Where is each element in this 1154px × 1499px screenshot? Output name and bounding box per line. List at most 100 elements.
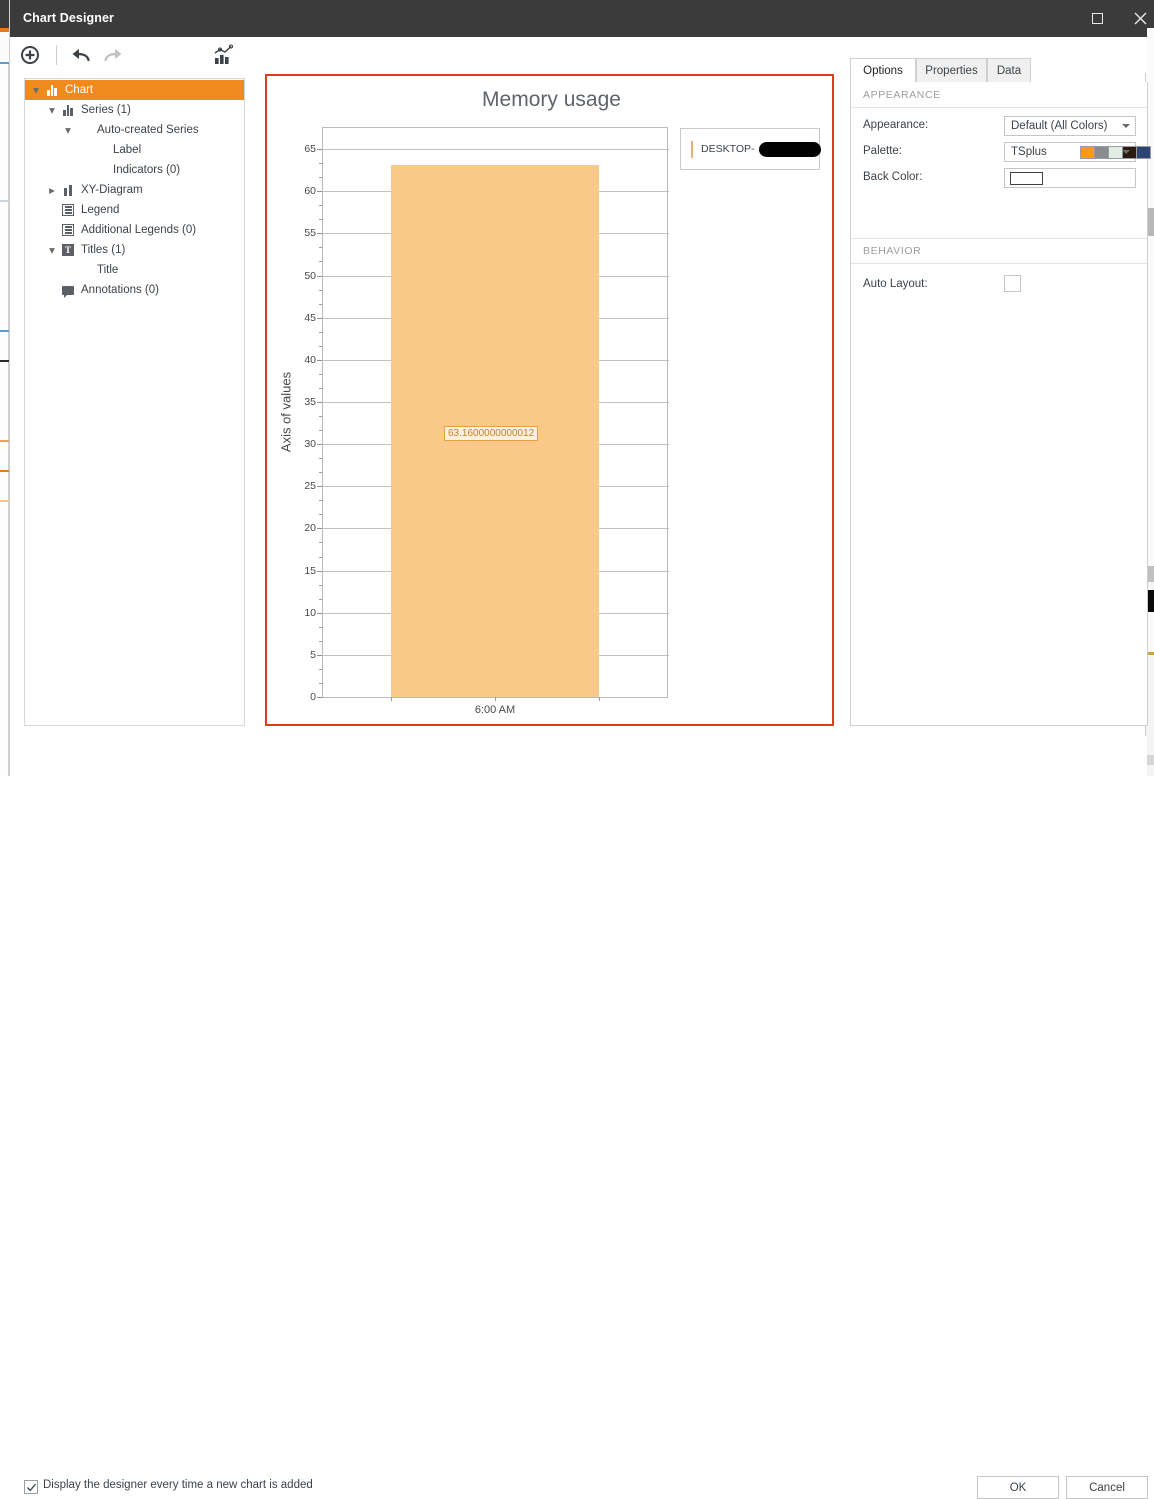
autolayout-checkbox[interactable]	[1004, 275, 1021, 292]
tree-item-titles-1[interactable]: ▾TTitles (1)	[25, 240, 244, 260]
expander-expanded-icon[interactable]: ▾	[61, 120, 75, 140]
palette-field-label: Palette:	[863, 145, 902, 157]
autolayout-field-label: Auto Layout:	[863, 278, 928, 290]
background-window-left-edge	[0, 0, 9, 776]
tab-data-label: Data	[997, 65, 1021, 77]
chart-preview-canvas[interactable]: Memory usage 63.1600000000012 Axis of va…	[265, 74, 834, 726]
maximize-button[interactable]	[1076, 0, 1119, 37]
cancel-button[interactable]: Cancel	[1066, 1476, 1148, 1499]
backcolor-picker[interactable]	[1004, 168, 1136, 188]
undo-button[interactable]	[68, 42, 94, 68]
legend-series-label: DESKTOP-U	[701, 143, 820, 155]
redo-arrow-icon	[102, 46, 124, 64]
y-axis-tick-mark	[317, 486, 322, 487]
expander-expanded-icon[interactable]: ▾	[29, 80, 43, 100]
chart-designer-window: Chart Designer	[9, 0, 1146, 776]
chevron-down-icon	[1122, 124, 1130, 128]
y-axis-tick-label: 50	[290, 270, 316, 282]
tree-item-legend[interactable]: ▾Legend	[25, 200, 244, 220]
chart-title[interactable]: Memory usage	[267, 88, 836, 112]
backcolor-swatch	[1010, 172, 1043, 185]
y-axis-tick-label: 5	[290, 649, 316, 661]
x-axis-tick-mark	[495, 697, 496, 701]
title-icon: T	[62, 244, 74, 256]
diagram-icon	[64, 185, 73, 196]
chart-legend[interactable]: DESKTOP-U	[680, 128, 820, 170]
y-axis-minor-tick	[319, 599, 322, 600]
y-axis-tick-label: 25	[290, 480, 316, 492]
y-axis-tick-mark	[317, 697, 322, 698]
expander-placeholder: ▾	[45, 220, 59, 240]
y-axis-tick-label: 65	[290, 143, 316, 155]
tab-data[interactable]: Data	[987, 58, 1031, 83]
chevron-down-icon	[1122, 150, 1130, 154]
toolbar-separator	[56, 45, 57, 65]
y-axis-minor-tick	[319, 304, 322, 305]
y-axis-tick-mark	[317, 613, 322, 614]
palette-swatch	[1136, 146, 1151, 159]
legend-color-swatch	[691, 141, 693, 158]
y-axis-minor-tick	[319, 641, 322, 642]
tree-item-chart[interactable]: ▾Chart	[25, 80, 244, 100]
tab-properties[interactable]: Properties	[916, 58, 987, 83]
behavior-section-label: BEHAVIOR	[863, 245, 921, 257]
y-axis-tick-label: 15	[290, 565, 316, 577]
y-axis-tick-label: 30	[290, 438, 316, 450]
x-axis-tick-mark	[599, 697, 600, 701]
display-designer-checkbox[interactable]	[24, 1480, 38, 1494]
behavior-section-header: BEHAVIOR	[851, 238, 1147, 264]
tree-item-series-1[interactable]: ▾Series (1)	[25, 100, 244, 120]
expander-expanded-icon[interactable]: ▾	[45, 240, 59, 260]
appearance-dropdown[interactable]: Default (All Colors)	[1004, 116, 1136, 136]
y-axis-tick-label: 0	[290, 691, 316, 703]
tree-item-additional-legends-0[interactable]: ▾Additional Legends (0)	[25, 220, 244, 240]
add-element-button[interactable]	[17, 42, 43, 68]
y-axis-minor-tick	[319, 219, 322, 220]
y-axis-tick-label: 20	[290, 522, 316, 534]
options-panel: Options Properties Data APPEARANCE Appea…	[850, 58, 1148, 726]
y-axis-minor-tick	[319, 585, 322, 586]
expander-placeholder: ▾	[77, 140, 91, 160]
y-axis-minor-tick	[319, 388, 322, 389]
y-axis-minor-tick	[319, 430, 322, 431]
cancel-button-label: Cancel	[1089, 1482, 1125, 1494]
bar-chart-icon	[47, 85, 57, 96]
ok-button-label: OK	[1010, 1482, 1027, 1494]
close-button[interactable]	[1119, 0, 1154, 37]
tab-options-label: Options	[863, 65, 903, 77]
tab-options[interactable]: Options	[850, 58, 916, 83]
y-axis-minor-tick	[319, 514, 322, 515]
y-axis-tick-mark	[317, 528, 322, 529]
tree-item-auto-created-series[interactable]: ▾Auto-created Series	[25, 120, 244, 140]
tree-item-label: Titles (1)	[77, 244, 125, 256]
appearance-section-header: APPEARANCE	[851, 82, 1147, 108]
y-axis-minor-tick	[319, 177, 322, 178]
bar-data-label[interactable]: 63.1600000000012	[444, 426, 538, 441]
y-axis-minor-tick	[319, 500, 322, 501]
appearance-dropdown-value: Default (All Colors)	[1011, 120, 1108, 132]
tree-item-title[interactable]: ▾Title	[25, 260, 244, 280]
redo-button[interactable]	[100, 42, 126, 68]
tree-item-xy-diagram[interactable]: ▸XY-Diagram	[25, 180, 244, 200]
options-panel-body: APPEARANCE Appearance: Default (All Colo…	[850, 82, 1148, 726]
y-axis-tick-mark	[317, 571, 322, 572]
y-axis-minor-tick	[319, 472, 322, 473]
plot-area[interactable]: 63.1600000000012	[322, 127, 668, 698]
expander-collapsed-icon[interactable]: ▸	[45, 180, 59, 200]
expander-expanded-icon[interactable]: ▾	[45, 100, 59, 120]
y-axis-minor-tick	[319, 557, 322, 558]
chart-type-button[interactable]	[211, 42, 237, 68]
chart-element-tree[interactable]: ▾Chart▾Series (1)▾Auto-created Series▾La…	[24, 78, 245, 726]
tree-item-annotations-0[interactable]: ▾Annotations (0)	[25, 280, 244, 300]
tree-item-indicators-0[interactable]: ▾Indicators (0)	[25, 160, 244, 180]
palette-dropdown[interactable]: TSplus	[1004, 142, 1136, 162]
checkmark-icon	[26, 1482, 37, 1493]
y-axis-minor-tick	[319, 205, 322, 206]
y-axis-tick-label: 10	[290, 607, 316, 619]
ok-button[interactable]: OK	[977, 1476, 1059, 1499]
tab-properties-label: Properties	[925, 65, 977, 77]
y-axis-tick-mark	[317, 444, 322, 445]
y-axis-minor-tick	[319, 247, 322, 248]
tree-item-label[interactable]: ▾Label	[25, 140, 244, 160]
tree-item-label: Indicators (0)	[109, 164, 180, 176]
